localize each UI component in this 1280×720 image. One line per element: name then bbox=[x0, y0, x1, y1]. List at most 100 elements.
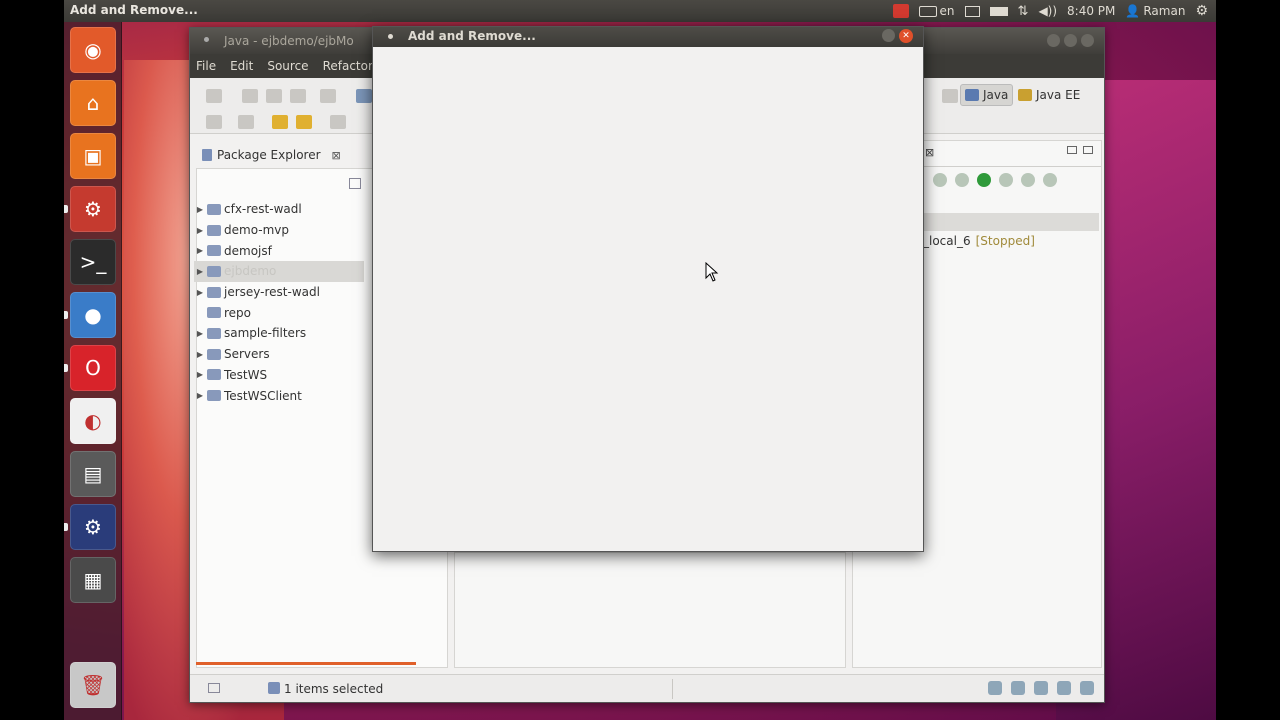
server-row[interactable]: _local_6 [Stopped] bbox=[923, 231, 1035, 251]
chrome-icon[interactable]: ● bbox=[70, 292, 116, 338]
stop-server-icon[interactable] bbox=[1021, 173, 1035, 187]
print-icon[interactable] bbox=[290, 89, 306, 103]
status-separator bbox=[672, 679, 673, 699]
fast-view-icon[interactable] bbox=[208, 683, 220, 693]
project-tree-item[interactable]: ▶ jersey-rest-wadl bbox=[194, 282, 364, 303]
expand-arrow-icon[interactable]: ▶ bbox=[194, 226, 206, 235]
menu-source[interactable]: Source bbox=[267, 59, 308, 78]
eclipse-jee-icon[interactable]: ⚙ bbox=[70, 504, 116, 550]
trash-icon[interactable]: 🗑 bbox=[70, 662, 116, 708]
system-settings-icon[interactable]: ⚙ bbox=[70, 186, 116, 232]
project-tree-item[interactable]: ▶ TestWS bbox=[194, 365, 364, 386]
expand-arrow-icon[interactable]: ▶ bbox=[194, 370, 206, 379]
messaging-indicator[interactable] bbox=[964, 5, 980, 17]
tray-tools-icon[interactable] bbox=[1080, 681, 1094, 695]
maximize-panel-icon[interactable] bbox=[1083, 146, 1093, 154]
server-name: _local_6 bbox=[923, 234, 971, 248]
opera-icon[interactable]: O bbox=[70, 345, 116, 391]
last-edit-icon[interactable] bbox=[272, 115, 288, 129]
package-manager-icon[interactable]: ▣ bbox=[70, 133, 116, 179]
keyboard-layout-label: en bbox=[939, 4, 955, 18]
expand-arrow-icon[interactable]: ▶ bbox=[194, 288, 206, 297]
project-tree-item[interactable]: ▶ ejbdemo bbox=[194, 261, 364, 282]
tray-network-icon[interactable] bbox=[1057, 681, 1071, 695]
keyboard-indicator[interactable]: en bbox=[918, 4, 955, 18]
project-folder-icon bbox=[207, 369, 221, 381]
expand-arrow-icon[interactable]: ▶ bbox=[194, 267, 206, 276]
publish-icon[interactable] bbox=[1043, 173, 1057, 187]
expand-arrow-icon[interactable]: ▶ bbox=[194, 329, 206, 338]
terminal-icon[interactable]: >_ bbox=[70, 239, 116, 285]
dialog-close-button[interactable]: ✕ bbox=[899, 29, 913, 43]
workspace-switcher-icon[interactable]: ▦ bbox=[70, 557, 116, 603]
session-menu-gear-icon[interactable]: ⚙ bbox=[1195, 3, 1208, 19]
menu-refactor[interactable]: Refactor bbox=[323, 59, 373, 78]
close-servers-tab-icon[interactable]: ⊠ bbox=[925, 146, 934, 159]
debug-server-icon[interactable] bbox=[955, 173, 969, 187]
start-server-icon[interactable] bbox=[977, 173, 991, 187]
battery-indicator[interactable] bbox=[989, 6, 1008, 16]
tray-mic-icon[interactable] bbox=[1034, 681, 1048, 695]
dialog-minimize-button[interactable] bbox=[882, 29, 895, 42]
project-folder-icon bbox=[207, 390, 221, 402]
close-button[interactable] bbox=[1081, 34, 1094, 47]
project-label: cfx-rest-wadl bbox=[224, 202, 302, 217]
project-tree-item[interactable]: ▶ TestWSClient bbox=[194, 385, 364, 406]
project-tree-item[interactable]: ▶ Servers bbox=[194, 344, 364, 365]
project-tree-item[interactable]: ▶ demo-mvp bbox=[194, 220, 364, 241]
tray-pin-icon[interactable] bbox=[988, 681, 1002, 695]
running-app-pip bbox=[64, 311, 68, 319]
save-all-icon[interactable] bbox=[266, 89, 282, 103]
left-black-bar bbox=[0, 0, 64, 720]
forward-icon[interactable] bbox=[330, 115, 346, 129]
next-annotation-icon[interactable] bbox=[206, 115, 222, 129]
project-tree-item[interactable]: ▶ sample-filters bbox=[194, 323, 364, 344]
right-black-bar bbox=[1216, 0, 1280, 720]
minimize-button[interactable] bbox=[1047, 34, 1060, 47]
maximize-button[interactable] bbox=[1064, 34, 1077, 47]
collapse-icon[interactable] bbox=[933, 173, 947, 187]
save-icon[interactable] bbox=[242, 89, 258, 103]
collapse-all-icon[interactable] bbox=[349, 178, 361, 189]
new-icon[interactable] bbox=[206, 89, 222, 103]
toolbar-print-icon[interactable] bbox=[320, 89, 336, 103]
video-editor-icon[interactable]: ▤ bbox=[70, 451, 116, 497]
dialog-menu-dot-icon bbox=[388, 34, 393, 39]
menu-file[interactable]: File bbox=[196, 59, 216, 78]
perspective-java[interactable]: Java bbox=[960, 84, 1014, 106]
notification-indicator[interactable] bbox=[892, 4, 909, 18]
clock[interactable]: 8:40 PM bbox=[1067, 4, 1115, 18]
tab-package-explorer[interactable]: Package Explorer ⊠ bbox=[198, 144, 368, 166]
window-menu-dot-icon bbox=[204, 37, 209, 42]
user-menu[interactable]: 👤 Raman bbox=[1125, 4, 1185, 18]
expand-arrow-icon[interactable]: ▶ bbox=[194, 391, 206, 400]
expand-arrow-icon[interactable]: ▶ bbox=[194, 205, 206, 214]
project-tree-item[interactable]: ▶ demojsf bbox=[194, 240, 364, 261]
perspective-java-ee[interactable]: Java EE bbox=[1014, 84, 1084, 106]
project-folder-icon bbox=[207, 286, 221, 298]
open-perspective-icon[interactable] bbox=[942, 89, 958, 103]
server-status: [Stopped] bbox=[975, 234, 1035, 248]
project-label: TestWS bbox=[224, 367, 268, 382]
network-indicator[interactable]: ⇅ bbox=[1018, 4, 1029, 19]
project-folder-icon bbox=[207, 265, 221, 277]
close-tab-icon[interactable]: ⊠ bbox=[332, 149, 341, 162]
running-app-pip bbox=[64, 523, 68, 531]
expand-arrow-icon[interactable]: ▶ bbox=[194, 246, 206, 255]
minimize-panel-icon[interactable] bbox=[1067, 146, 1077, 154]
prev-annotation-icon[interactable] bbox=[238, 115, 254, 129]
server-row-selected[interactable] bbox=[923, 213, 1099, 231]
project-tree-item[interactable]: repo bbox=[194, 302, 364, 323]
sound-indicator[interactable]: ◀)) bbox=[1038, 4, 1057, 18]
back-icon[interactable] bbox=[296, 115, 312, 129]
eclipse-icon[interactable]: ◐ bbox=[70, 398, 116, 444]
expand-arrow-icon[interactable]: ▶ bbox=[194, 350, 206, 359]
dash-icon[interactable]: ◉ bbox=[70, 27, 116, 73]
dialog-titlebar[interactable]: Add and Remove... ✕ bbox=[373, 27, 923, 47]
tray-monitor-icon[interactable] bbox=[1011, 681, 1025, 695]
menu-edit[interactable]: Edit bbox=[230, 59, 253, 78]
home-folder-icon[interactable]: ⌂ bbox=[70, 80, 116, 126]
profile-server-icon[interactable] bbox=[999, 173, 1013, 187]
project-tree-item[interactable]: ▶ cfx-rest-wadl bbox=[194, 199, 364, 220]
debug-icon[interactable] bbox=[356, 89, 372, 103]
